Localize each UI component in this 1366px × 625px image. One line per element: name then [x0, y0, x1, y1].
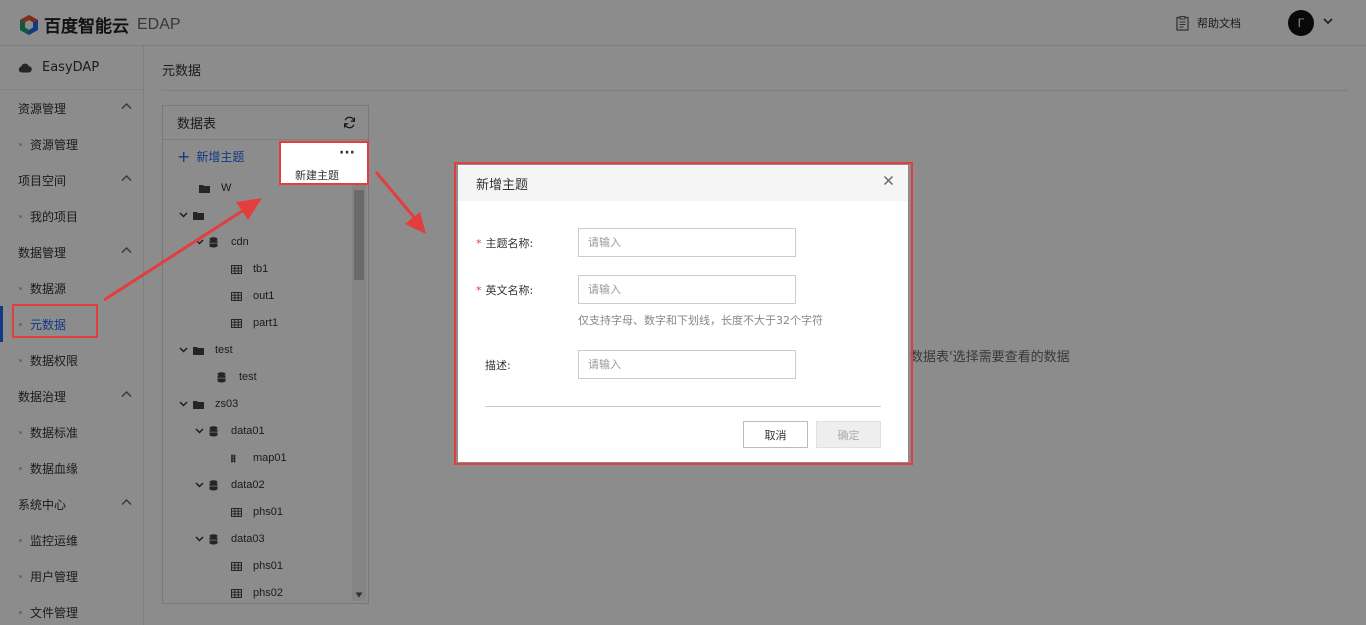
new-topic-menu-item[interactable]: 新建主题: [295, 167, 339, 183]
close-icon[interactable]: [883, 175, 894, 186]
more-icon[interactable]: ···: [339, 145, 355, 161]
topic-name-input[interactable]: [578, 228, 796, 257]
dialog-header: 新增主题: [458, 165, 908, 201]
english-name-input[interactable]: [578, 275, 796, 304]
description-input[interactable]: [578, 350, 796, 379]
description-label: 描述:: [485, 359, 511, 372]
english-name-label: * 英文名称:: [476, 284, 534, 297]
metadata-highlight: [12, 304, 98, 338]
english-name-hint: 仅支持字母、数字和下划线，长度不大于32个字符: [578, 314, 823, 327]
cancel-button[interactable]: 取消: [743, 421, 808, 448]
new-topic-dialog: 新增主题 *主题名称: *英文名称: 仅支持字母、数字和下划线，长度不大于32个…: [458, 165, 908, 462]
dialog-divider: [485, 406, 881, 407]
confirm-button[interactable]: 确定: [816, 421, 881, 448]
topic-name-label: * 主题名称:: [476, 237, 534, 250]
more-menu[interactable]: ··· 新建主题: [279, 141, 369, 185]
dialog-title: 新增主题: [476, 177, 529, 193]
